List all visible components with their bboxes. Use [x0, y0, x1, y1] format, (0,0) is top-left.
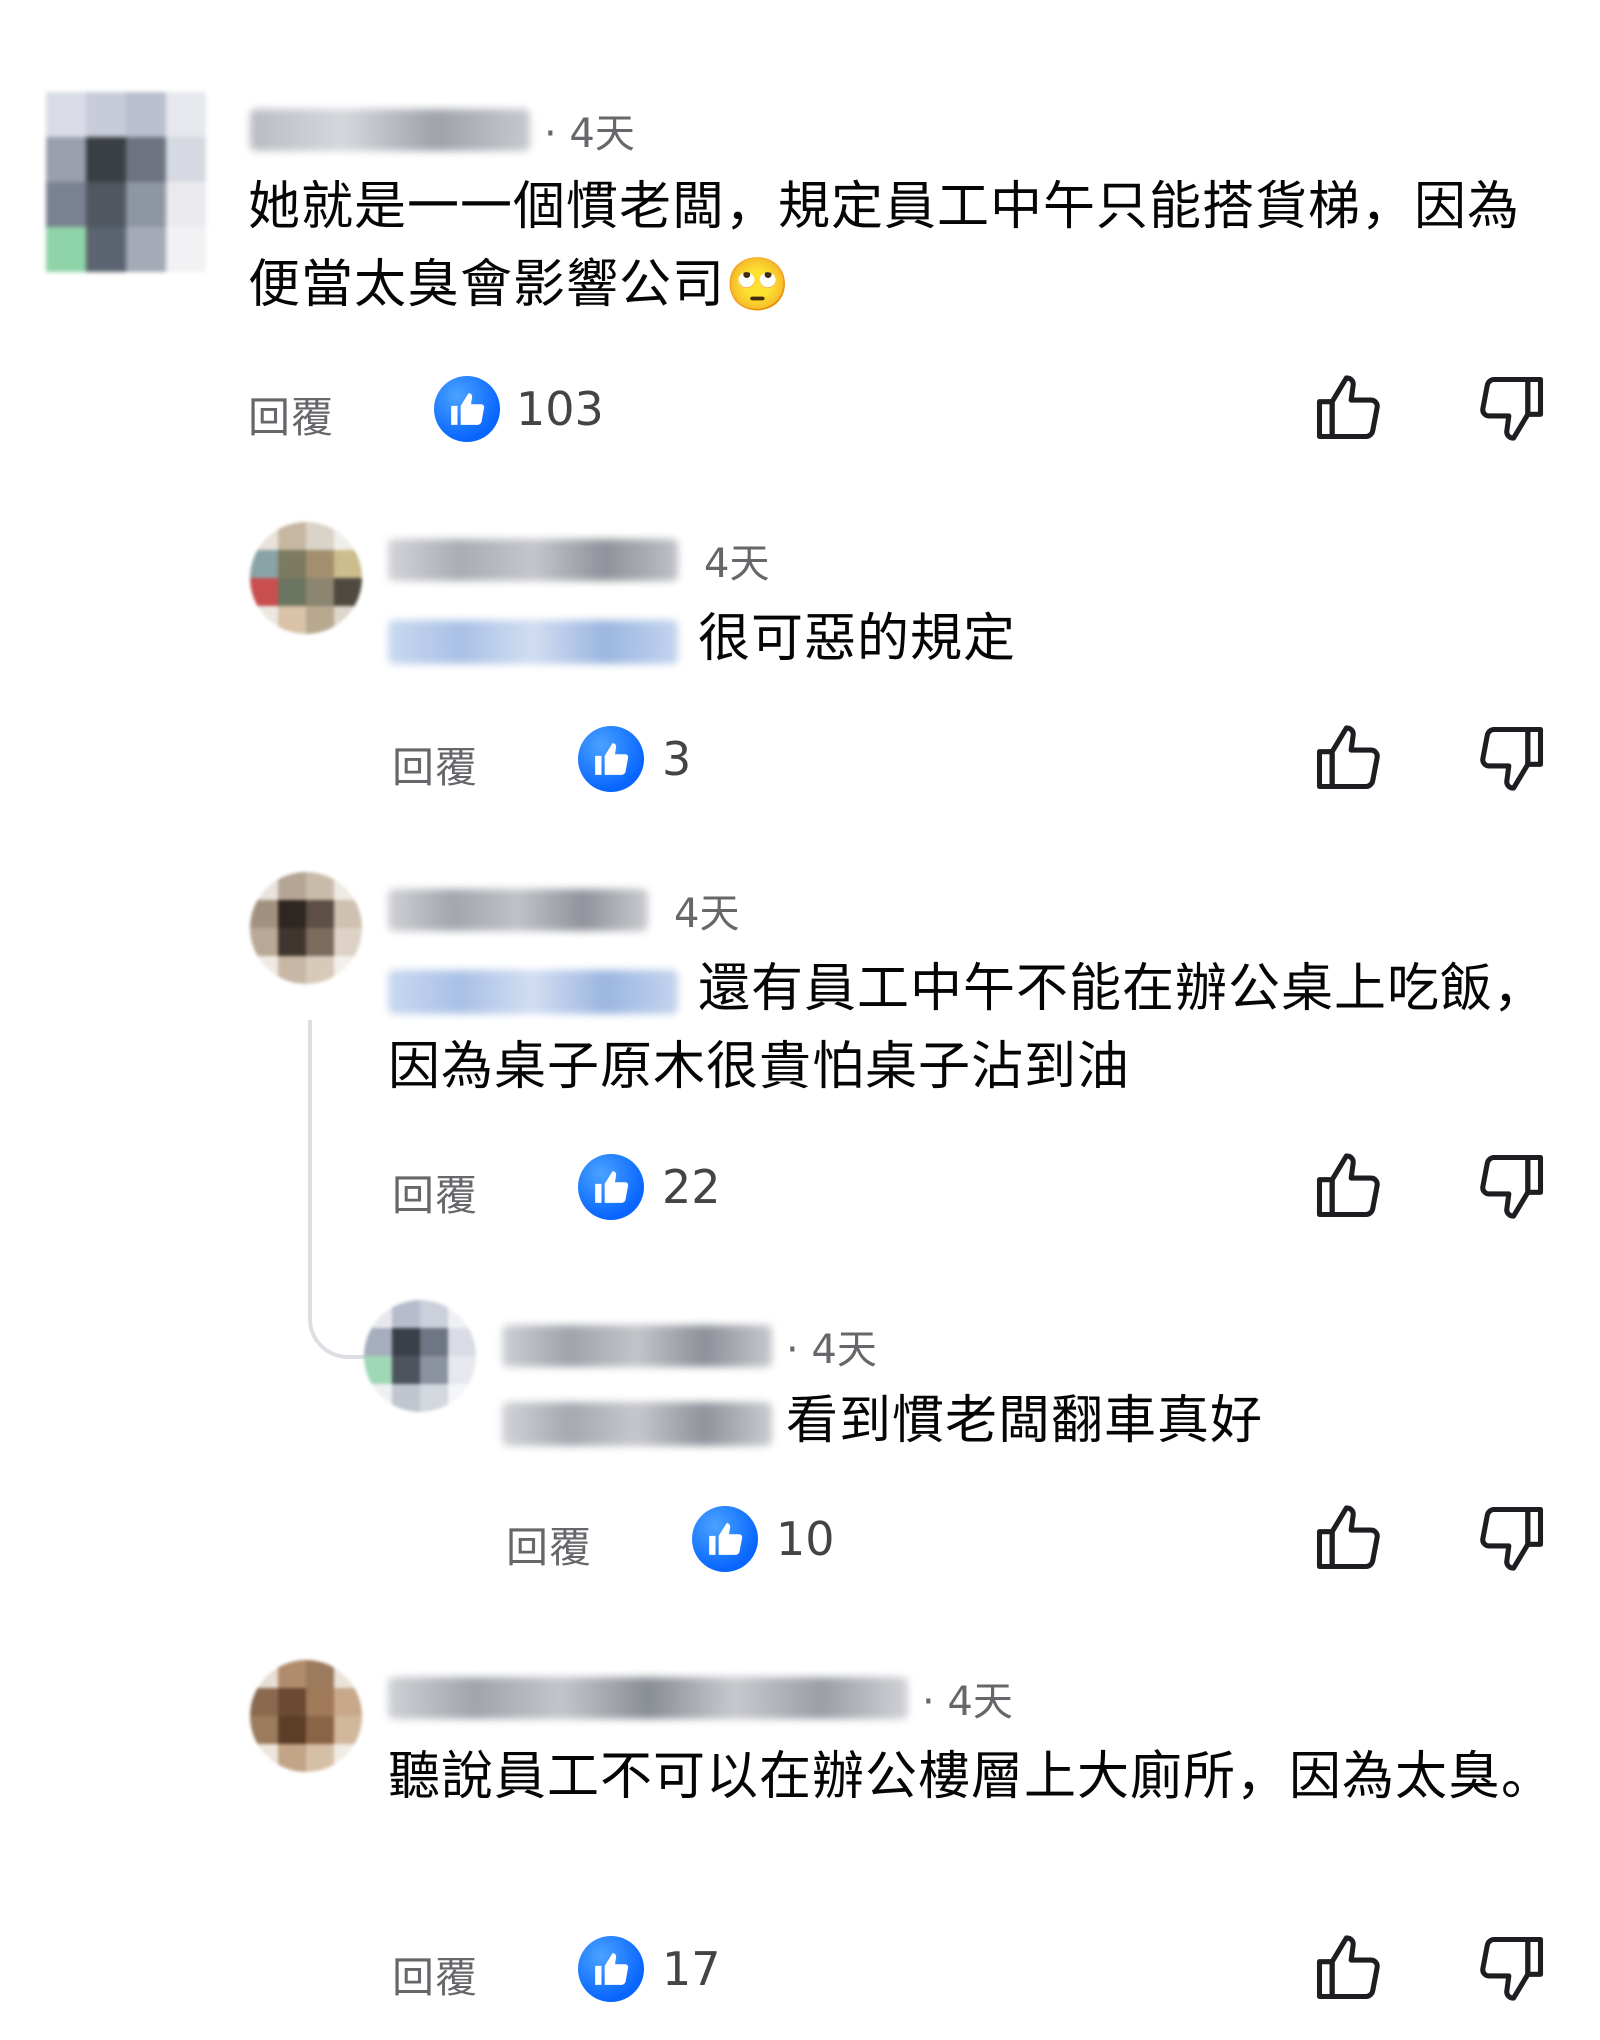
reply-button[interactable]: 回覆 [392, 734, 478, 795]
comment-timestamp: · 4天 [786, 1327, 877, 1373]
comment-text-block: 很可惡的規定 [388, 600, 1568, 678]
like-badge-icon [434, 376, 500, 442]
comment-timestamp: · 4天 [922, 1679, 1013, 1725]
like-button[interactable] [1310, 720, 1386, 796]
mention-redacted[interactable] [502, 1402, 772, 1446]
username-redacted[interactable] [502, 1325, 772, 1367]
dislike-button[interactable] [1474, 1500, 1550, 1576]
like-button[interactable] [1310, 1930, 1386, 2006]
like-badge-icon [578, 1936, 644, 2002]
comment-text: 看到慣老闆翻車真好 [786, 1391, 1264, 1451]
like-badge-icon [578, 726, 644, 792]
like-count: 17 [662, 1942, 721, 1996]
like-count: 10 [776, 1512, 835, 1566]
reply-button[interactable]: 回覆 [248, 384, 334, 445]
reply-button[interactable]: 回覆 [506, 1514, 592, 1575]
dislike-button[interactable] [1474, 370, 1550, 446]
comment-timestamp: · 4天 [544, 111, 635, 157]
dislike-button[interactable] [1474, 720, 1550, 796]
mention-redacted[interactable] [388, 970, 678, 1014]
avatar[interactable] [250, 872, 362, 984]
username-redacted[interactable] [388, 1677, 908, 1719]
like-button[interactable] [1310, 1148, 1386, 1224]
like-button[interactable] [1310, 370, 1386, 446]
mention-redacted[interactable] [388, 620, 678, 664]
reply-button[interactable]: 回覆 [392, 1944, 478, 2005]
like-count: 103 [516, 382, 604, 436]
comment-actions: 回覆 103 [0, 370, 1600, 450]
avatar[interactable] [364, 1300, 476, 1412]
comment-actions: 回覆 10 [0, 1500, 1600, 1580]
like-badge-icon [692, 1506, 758, 1572]
comment-text-block: 還有員工中午不能在辦公桌上吃飯，因為桌子原木很貴怕桌子沾到油 [388, 950, 1568, 1106]
comment-text: 聽說員工不可以在辦公樓層上大廁所，因為太臭。 [388, 1747, 1555, 1807]
username-redacted[interactable] [388, 889, 648, 931]
comment-actions: 回覆 17 [0, 1930, 1600, 2010]
comment-timestamp: 4天 [704, 541, 770, 587]
like-badge-icon [578, 1154, 644, 1220]
comment-actions: 回覆 22 [0, 1148, 1600, 1228]
like-count: 3 [662, 732, 692, 786]
comment-text: 很可惡的規定 [698, 609, 1017, 669]
avatar[interactable] [46, 92, 206, 272]
dislike-button[interactable] [1474, 1148, 1550, 1224]
comment-actions: 回覆 3 [0, 720, 1600, 800]
username-redacted[interactable] [388, 539, 678, 581]
like-button[interactable] [1310, 1500, 1386, 1576]
reply-button[interactable]: 回覆 [392, 1162, 478, 1223]
comment-text-block: 看到慣老闆翻車真好 [502, 1382, 1562, 1460]
username-redacted[interactable] [250, 109, 530, 151]
comment-text: 她就是一一個慣老闆，規定員工中午只能搭貨梯，因為便當太臭會影響公司🙄 [248, 177, 1521, 315]
like-count: 22 [662, 1160, 721, 1214]
dislike-button[interactable] [1474, 1930, 1550, 2006]
comment-timestamp: 4天 [674, 891, 740, 937]
avatar[interactable] [250, 522, 362, 634]
avatar[interactable] [250, 1660, 362, 1772]
